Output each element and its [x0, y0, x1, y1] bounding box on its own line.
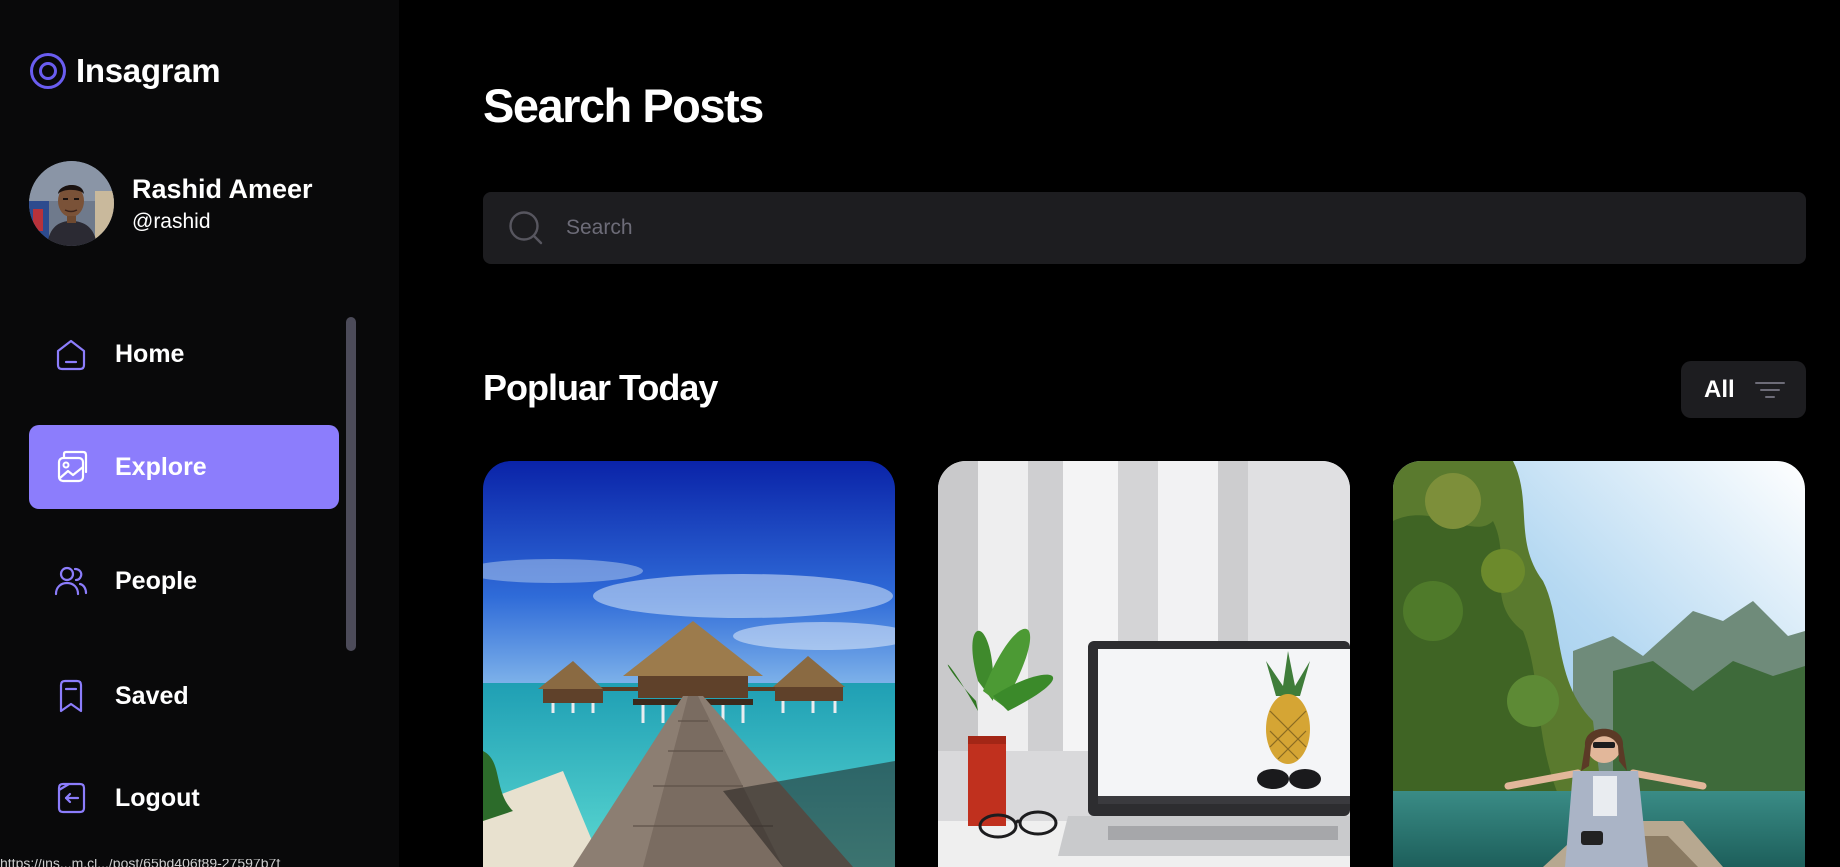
bookmark-icon — [59, 679, 83, 713]
search-bar[interactable] — [483, 192, 1806, 264]
filter-label: All — [1704, 375, 1735, 403]
post-image-laptop-desk — [938, 461, 1350, 867]
page-title: Search Posts — [483, 79, 764, 132]
post-card[interactable] — [938, 461, 1350, 867]
sidebar-item-logout[interactable]: Logout — [29, 756, 339, 840]
sidebar-item-home[interactable]: Home — [29, 312, 339, 396]
profile-handle: @rashid — [132, 209, 211, 233]
post-card[interactable] — [1393, 461, 1805, 867]
post-image-woman-boat — [1393, 461, 1805, 867]
gallery-icon — [57, 450, 88, 483]
user-profile[interactable]: Rashid Ameer @rashid — [29, 161, 313, 246]
sidebar-item-label: Saved — [115, 681, 189, 710]
post-card[interactable] — [483, 461, 895, 867]
app-window: Insagram Rashid Ameer @rashid Home Explo… — [0, 0, 1840, 867]
camera-ring-icon — [30, 53, 66, 89]
search-icon — [509, 211, 543, 245]
search-input[interactable] — [566, 208, 1766, 248]
post-image-beach-pier — [483, 461, 895, 867]
sidebar-item-label: People — [115, 566, 197, 595]
sidebar-item-explore[interactable]: Explore — [29, 425, 339, 509]
section-title: Popluar Today — [483, 367, 718, 408]
logout-icon — [57, 782, 86, 814]
filter-button[interactable]: All — [1681, 361, 1806, 418]
sidebar-item-label: Explore — [115, 452, 207, 481]
status-bar-url: https://ins...m.cl.../post/65bd406f89-27… — [0, 859, 281, 867]
sidebar-item-people[interactable]: People — [29, 539, 339, 623]
filter-lines-icon — [1754, 381, 1785, 398]
home-icon — [56, 339, 86, 371]
people-icon — [54, 566, 88, 596]
sidebar-item-label: Logout — [115, 783, 200, 812]
sidebar-scrollbar[interactable] — [346, 317, 356, 651]
sidebar-item-label: Home — [115, 339, 185, 368]
app-logo[interactable]: Insagram — [29, 52, 221, 90]
app-name: Insagram — [76, 52, 221, 89]
profile-name: Rashid Ameer — [132, 174, 313, 205]
sidebar-item-saved[interactable]: Saved — [29, 654, 339, 738]
sidebar: Insagram Rashid Ameer @rashid Home Explo… — [0, 0, 399, 867]
main-content: Search Posts Popluar Today All — [399, 0, 1840, 867]
avatar[interactable] — [29, 161, 114, 246]
